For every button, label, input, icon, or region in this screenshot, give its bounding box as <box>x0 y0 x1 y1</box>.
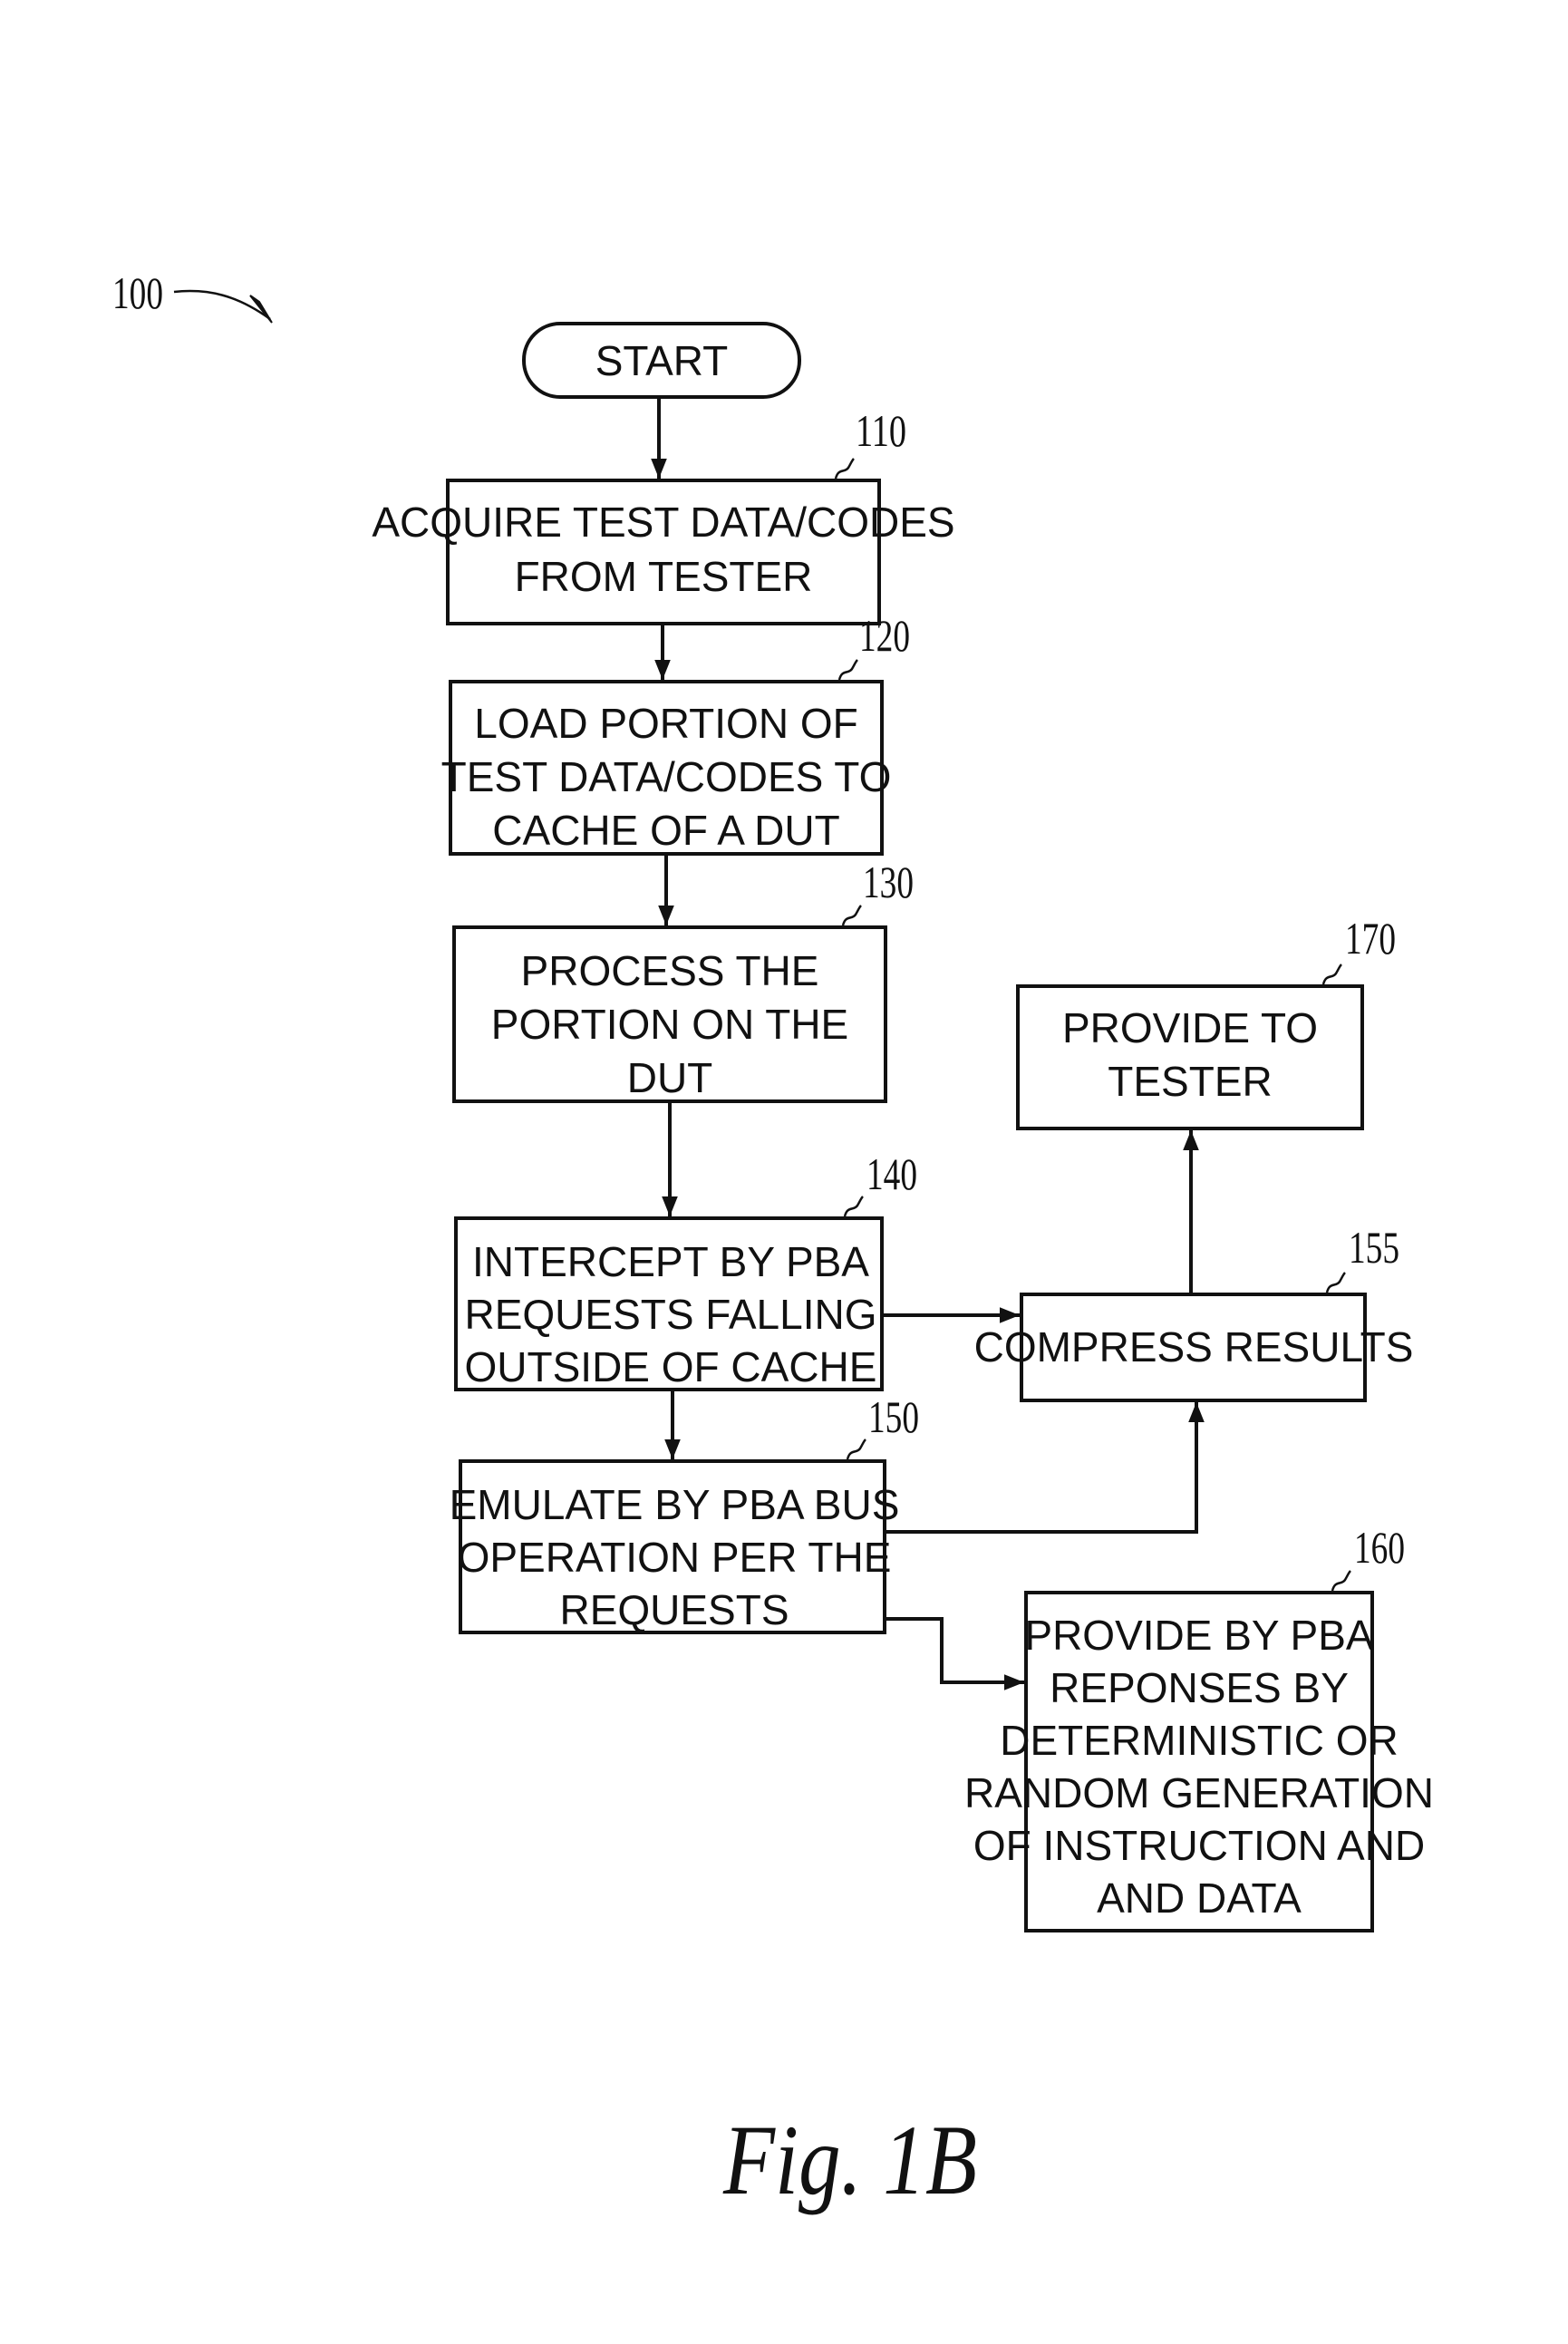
reference-leader-line <box>173 289 271 321</box>
node-start: START <box>522 322 801 399</box>
node-150-line: REQUESTS <box>559 1586 789 1633</box>
node-120-line: TEST DATA/CODES TO <box>441 753 892 800</box>
node-150: EMULATE BY PBA BUS OPERATION PER THE REQ… <box>450 1391 919 1634</box>
node-160-line: REPONSES BY <box>1050 1664 1349 1711</box>
node-140-line: OUTSIDE OF CACHE <box>465 1343 877 1390</box>
node-start-text: START <box>595 337 729 384</box>
ref-label-170: 170 <box>1345 913 1396 964</box>
node-155-line: COMPRESS RESULTS <box>974 1323 1414 1371</box>
ref-leader-110 <box>834 458 855 479</box>
figure-reference: 100 <box>112 267 273 324</box>
node-160: PROVIDE BY PBA REPONSES BY DETERMINISTIC… <box>964 1522 1434 1932</box>
ref-leader-155 <box>1325 1272 1346 1293</box>
node-130: PROCESS THE PORTION ON THE DUT 130 <box>452 857 914 1103</box>
ref-leader-160 <box>1331 1570 1351 1592</box>
node-170-line: PROVIDE TO <box>1062 1004 1318 1051</box>
node-130-line: PORTION ON THE <box>491 1001 848 1048</box>
ref-label-150: 150 <box>868 1391 919 1442</box>
figure-reference-label: 100 <box>112 267 163 318</box>
node-170: PROVIDE TO TESTER 170 <box>1016 913 1396 1130</box>
ref-leader-120 <box>837 659 858 681</box>
ref-label-130: 130 <box>863 857 914 907</box>
node-120-line: LOAD PORTION OF <box>474 700 857 747</box>
node-160-line: DETERMINISTIC OR <box>1000 1717 1399 1764</box>
node-140-line: REQUESTS FALLING <box>464 1291 876 1338</box>
ref-label-110: 110 <box>856 405 906 456</box>
ref-label-155: 155 <box>1349 1222 1399 1273</box>
edge-150-to-160 <box>885 1617 1024 1690</box>
flowchart: 100 START ACQUIRE TEST DATA/CODES FROM T… <box>112 267 1434 2215</box>
ref-label-120: 120 <box>859 610 910 661</box>
figure-caption: Fig. 1B <box>722 2105 977 2215</box>
node-120: LOAD PORTION OF TEST DATA/CODES TO CACHE… <box>441 610 910 856</box>
ref-leader-130 <box>841 905 862 926</box>
node-160-line: AND DATA <box>1097 1874 1302 1922</box>
node-155: COMPRESS RESULTS 155 <box>974 1222 1414 1402</box>
node-160-line: OF INSTRUCTION AND <box>973 1822 1425 1869</box>
ref-leader-170 <box>1321 964 1342 985</box>
node-120-line: CACHE OF A DUT <box>492 807 839 854</box>
ref-label-160: 160 <box>1354 1522 1405 1573</box>
node-110-line: FROM TESTER <box>515 553 813 600</box>
node-150-line: OPERATION PER THE <box>458 1534 892 1581</box>
node-150-line: EMULATE BY PBA BUS <box>450 1481 900 1528</box>
ref-leader-140 <box>843 1196 864 1217</box>
node-160-line: RANDOM GENERATION <box>964 1769 1434 1816</box>
node-110: ACQUIRE TEST DATA/CODES FROM TESTER 110 <box>372 405 955 625</box>
node-170-line: TESTER <box>1108 1058 1272 1105</box>
node-110-line: ACQUIRE TEST DATA/CODES <box>372 499 954 546</box>
ref-leader-150 <box>846 1438 866 1460</box>
edge-150-to-155 <box>885 1402 1205 1534</box>
node-130-line: PROCESS THE <box>521 947 819 994</box>
node-140-line: INTERCEPT BY PBA <box>472 1238 869 1285</box>
node-130-line: DUT <box>627 1054 713 1101</box>
ref-label-140: 140 <box>866 1148 917 1199</box>
node-140: INTERCEPT BY PBA REQUESTS FALLING OUTSID… <box>454 1148 917 1391</box>
node-160-line: PROVIDE BY PBA <box>1024 1612 1374 1659</box>
